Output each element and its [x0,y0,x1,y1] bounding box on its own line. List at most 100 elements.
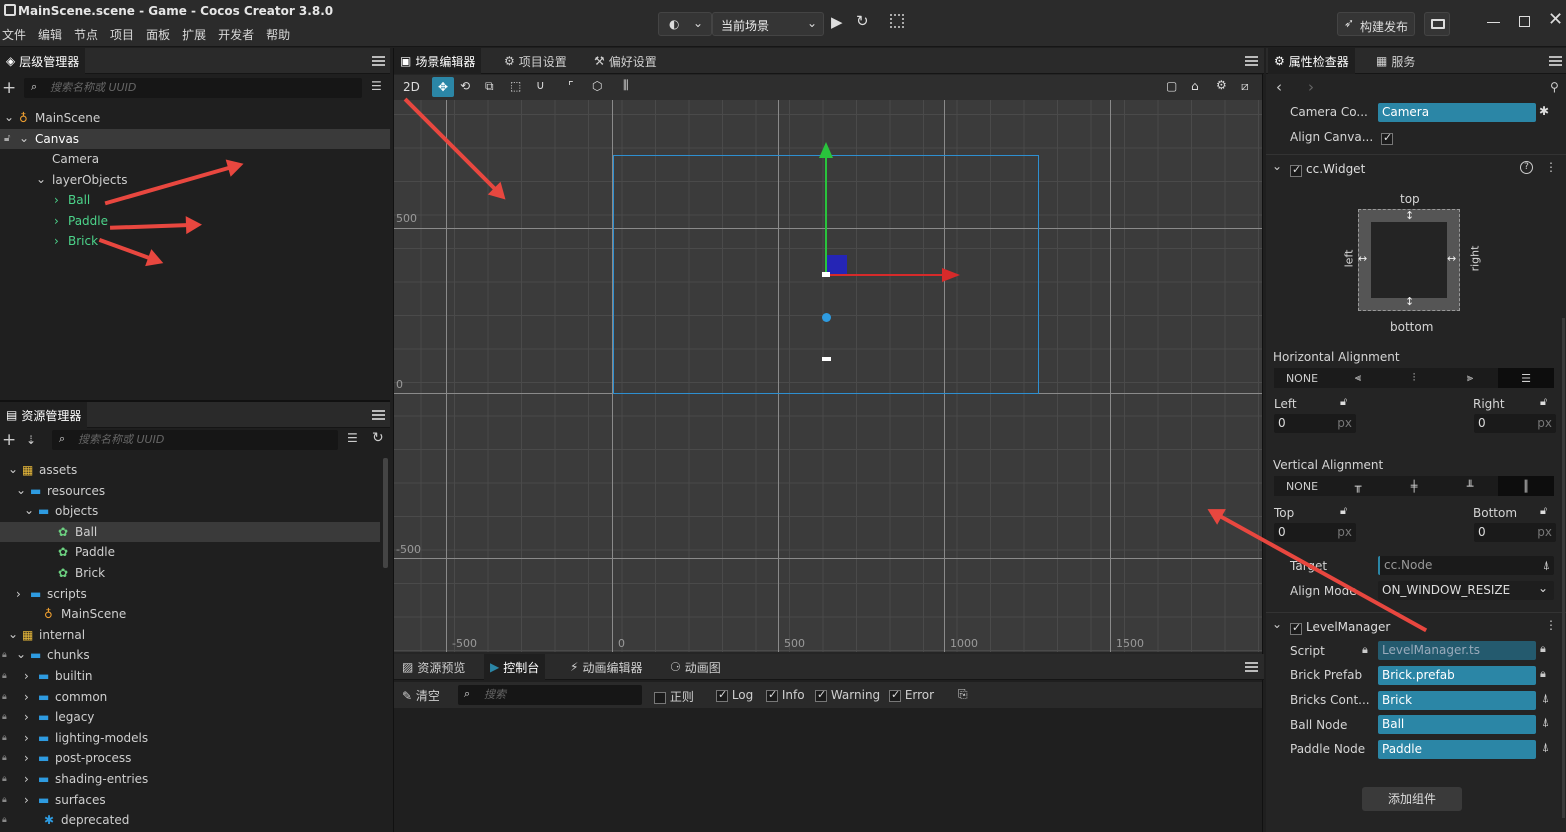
asset-item[interactable]: 🔒︎ › ▬ lighting-models [0,728,380,748]
panel-menu-icon[interactable] [1549,56,1562,66]
video-icon[interactable]: ⌂ [1191,79,1199,93]
h-align-left-button[interactable]: ⫷ [1330,368,1386,388]
paddle-node-field[interactable]: Paddle [1378,740,1536,759]
assets-search-input[interactable]: ⌕ 搜索名称或 UUID [52,430,338,450]
target-field[interactable]: cc.Node ⍋ [1378,556,1554,575]
error-checkbox[interactable] [889,688,901,702]
tree-item-ball[interactable]: › Ball [0,190,390,210]
panel-menu-icon[interactable] [1245,56,1258,66]
refresh-icon[interactable]: ↻ [372,430,384,446]
lock-open-icon[interactable]: 🔓︎ [1540,395,1547,409]
regex-checkbox[interactable] [654,691,666,704]
node-icon[interactable]: ⍋ [1542,715,1549,730]
local-space-icon[interactable]: ⌜ [568,79,574,93]
brick-prefab-field[interactable]: Brick.prefab [1378,666,1536,685]
chevron-right-icon[interactable]: › [24,748,29,768]
log-checkbox[interactable] [716,688,728,702]
chevron-down-icon[interactable]: ⌄ [16,644,26,664]
add-node-button[interactable]: + [2,78,16,98]
h-align-none-button[interactable]: NONE [1274,368,1330,388]
minimize-button[interactable] [1487,22,1500,23]
rect-tool-icon[interactable]: ⬚ [510,79,521,93]
tree-item-camera[interactable]: Camera [0,149,390,169]
chevron-right-icon[interactable]: › [24,666,29,686]
sort-list-icon[interactable]: ☰ [371,79,382,93]
forward-arrow-icon[interactable]: › [1308,78,1314,96]
asset-lock-icon[interactable]: 🔒︎ [1540,642,1546,656]
gizmo-y-arrow[interactable] [819,142,833,158]
panel-menu-icon[interactable] [1245,662,1258,672]
asset-item[interactable]: ⌄ ▬ resources [0,481,380,501]
camera-component-field[interactable]: Camera [1378,103,1536,122]
asset-item[interactable]: 🔒︎ › ▬ surfaces [0,790,380,810]
align-canvas-checkbox[interactable] [1381,131,1393,145]
sort-list-icon[interactable]: ☰ [347,431,358,445]
add-component-button[interactable]: 添加组件 [1362,787,1462,811]
top-input[interactable]: 0 px [1274,523,1356,542]
puzzle-icon[interactable]: ✱ [1539,104,1549,118]
paddle-node[interactable] [822,357,831,361]
chevron-right-icon[interactable]: › [24,790,29,810]
panel-menu-icon[interactable] [372,410,385,420]
more-icon[interactable]: ⋮ [1545,160,1557,174]
tab-project-settings[interactable]: ⚙ 项目设置 [498,48,573,74]
menu-item-file[interactable]: 文件 [2,26,26,43]
tab-inspector[interactable]: ⚙ 属性检查器 [1268,48,1355,74]
chevron-down-icon[interactable]: ⌄ [24,500,34,520]
assets-scrollbar[interactable] [383,458,388,568]
refresh-button[interactable]: ↻ [856,12,869,30]
v-align-top-button[interactable]: ╥ [1330,476,1386,496]
asset-item[interactable]: 🔒︎ › ▬ builtin [0,666,380,686]
mode-2d-button[interactable]: 2D [403,80,420,94]
global-space-icon[interactable]: ⬡ [592,79,602,93]
gizmo-x-axis[interactable] [826,274,944,276]
asset-item[interactable]: 🔒︎ ✱ deprecated [0,810,380,830]
v-align-bottom-button[interactable]: ╨ [1442,476,1498,496]
asset-item[interactable]: ✿ Ball [0,521,380,542]
tab-preferences[interactable]: ⚒ 偏好设置 [588,48,663,74]
h-align-stretch-button[interactable]: ☰ [1498,368,1554,388]
back-arrow-icon[interactable]: ‹ [1276,78,1282,96]
levelmanager-enabled-checkbox[interactable] [1290,621,1302,635]
gizmo-center-square[interactable] [827,255,847,274]
align-mode-select[interactable]: ON_WINDOW_RESIZE ⌄ [1378,581,1554,600]
asset-item[interactable]: ♁ MainScene [0,604,380,624]
asset-item[interactable]: ⌄ ▦ internal [0,625,380,645]
tab-animation-editor[interactable]: ⚡ 动画编辑器 [564,654,648,680]
inspector-scrollbar[interactable] [1562,318,1565,818]
open-folder-button[interactable] [1424,12,1450,36]
menu-item-node[interactable]: 节点 [74,26,98,43]
right-input[interactable]: 0 px [1474,414,1556,433]
chevron-right-icon[interactable]: › [24,707,29,727]
scene-select[interactable]: 当前场景 ⌄ [712,12,824,36]
lock-open-icon[interactable]: 🔓︎ [1340,504,1347,518]
filter-error[interactable]: Error [889,688,934,702]
asset-item[interactable]: ⌄ ▬ objects [0,501,380,521]
asset-item[interactable]: ✿ Brick [0,563,380,583]
widget-enabled-checkbox[interactable] [1290,163,1302,177]
widget-component-header[interactable]: ⌄ cc.Widget ? ⋮ [1266,154,1566,180]
asset-item[interactable]: 🔒︎ ⌄ ▬ chunks [0,645,380,665]
lock-open-icon[interactable]: 🔓︎ [1340,395,1347,409]
asset-lock-icon[interactable]: 🔒︎ [1540,667,1546,681]
chevron-right-icon[interactable]: › [24,687,29,707]
qrcode-icon[interactable] [890,14,904,28]
console-search-input[interactable]: ⌕ 搜索 [458,685,642,705]
more-icon[interactable]: ⋮ [1545,618,1557,632]
preview-platform-select[interactable]: ◐ ⌄ [658,12,712,36]
tab-services[interactable]: ▦ 服务 [1370,48,1421,74]
build-button[interactable]: ➶ 构建发布 [1337,12,1415,36]
chevron-down-icon[interactable]: ⌄ [16,480,26,500]
asset-item[interactable]: › ▬ scripts [0,584,380,604]
ball-node-field[interactable]: Ball [1378,715,1536,734]
tree-item-mainscene[interactable]: ⌄ ♁ MainScene [0,108,390,128]
menu-item-project[interactable]: 项目 [110,26,134,43]
filter-regex[interactable]: 正则 [654,688,694,705]
move-tool-icon[interactable]: ✥ [432,77,454,97]
info-checkbox[interactable] [766,688,778,702]
lock-open-icon[interactable]: 🔓︎ [1540,504,1547,518]
align-icon[interactable]: ⫼ [623,78,629,93]
tab-hierarchy[interactable]: ◈ 层级管理器 [0,48,86,74]
tree-item-brick[interactable]: › Brick [0,231,390,251]
bricks-container-field[interactable]: Brick [1378,691,1536,710]
